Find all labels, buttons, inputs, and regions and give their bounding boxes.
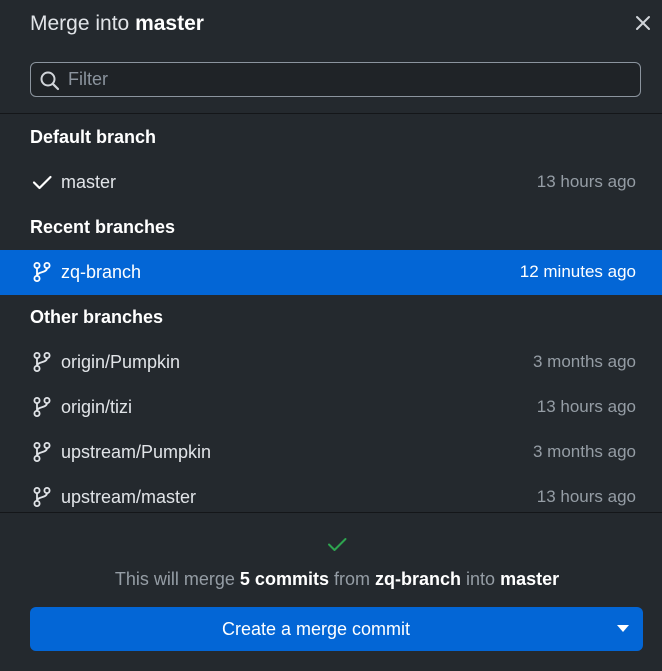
dialog-title: Merge into master bbox=[30, 12, 204, 36]
branch-name: origin/Pumpkin bbox=[61, 352, 181, 372]
branch-time: 3 months ago bbox=[532, 352, 636, 371]
merge-from-word: from bbox=[333, 569, 370, 589]
section-recent-branches: Recent branches bbox=[30, 217, 176, 237]
branch-name: origin/tizi bbox=[61, 397, 133, 417]
divider bbox=[0, 512, 662, 513]
branch-name: upstream/master bbox=[61, 487, 197, 507]
success-check-icon bbox=[328, 538, 347, 551]
branch-time: 3 months ago bbox=[532, 442, 636, 461]
caret-down-icon[interactable] bbox=[617, 625, 629, 633]
branch-row-master[interactable]: master 13 hours ago bbox=[0, 160, 662, 205]
merge-source-branch: zq-branch bbox=[375, 569, 462, 589]
merge-summary: This will merge 5 commits from zq-branch… bbox=[0, 569, 662, 590]
branch-time: 13 hours ago bbox=[536, 172, 636, 191]
section-default-branch: Default branch bbox=[30, 127, 157, 147]
title-prefix: Merge into bbox=[30, 12, 130, 35]
branch-name: upstream/Pumpkin bbox=[61, 442, 212, 462]
branch-time: 13 hours ago bbox=[536, 397, 636, 416]
merge-into-word: into bbox=[466, 569, 496, 589]
check-icon bbox=[32, 175, 52, 190]
branch-time: 12 minutes ago bbox=[519, 262, 636, 281]
search-icon bbox=[40, 71, 60, 91]
dialog-header: Merge into master bbox=[0, 0, 662, 50]
branch-row-upstream-pumpkin[interactable]: upstream/Pumpkin 3 months ago bbox=[0, 430, 662, 475]
title-target-branch: master bbox=[135, 12, 204, 35]
git-branch-icon bbox=[33, 352, 51, 372]
filter-input[interactable] bbox=[68, 63, 628, 96]
section-other-branches: Other branches bbox=[30, 307, 164, 327]
branch-name: zq-branch bbox=[61, 262, 142, 282]
merge-target-branch: master bbox=[500, 569, 560, 589]
branch-time: 13 hours ago bbox=[536, 487, 636, 506]
branch-name: master bbox=[61, 172, 117, 192]
merge-commit-count: 5 commits bbox=[239, 569, 329, 589]
branch-row-origin-tizi[interactable]: origin/tizi 13 hours ago bbox=[0, 385, 662, 430]
git-branch-icon bbox=[33, 487, 51, 507]
create-merge-commit-button[interactable]: Create a merge commit bbox=[30, 607, 643, 651]
merge-prefix: This will merge bbox=[114, 569, 235, 589]
close-icon[interactable] bbox=[632, 12, 654, 34]
branch-row-zq-branch[interactable]: zq-branch 12 minutes ago bbox=[0, 250, 662, 295]
git-branch-icon bbox=[33, 442, 51, 462]
branch-row-origin-pumpkin[interactable]: origin/Pumpkin 3 months ago bbox=[0, 340, 662, 385]
git-branch-icon bbox=[33, 262, 51, 282]
git-branch-icon bbox=[33, 397, 51, 417]
divider bbox=[0, 113, 662, 114]
filter-box[interactable] bbox=[30, 62, 641, 97]
merge-button-label: Create a merge commit bbox=[221, 619, 411, 639]
